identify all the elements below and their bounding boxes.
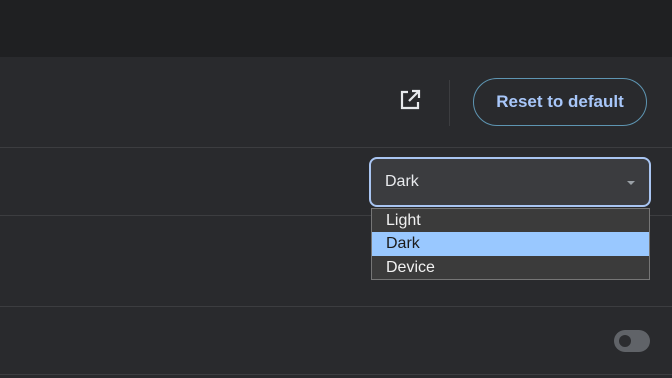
theme-option-dark[interactable]: Dark (372, 232, 649, 256)
reset-to-default-button[interactable]: Reset to default (473, 78, 647, 126)
vertical-separator (449, 80, 450, 126)
top-bar (0, 0, 672, 57)
toggle-knob (619, 335, 631, 347)
theme-option-device[interactable]: Device (372, 256, 649, 279)
theme-dropdown-list: Light Dark Device (371, 208, 650, 280)
theme-select-value: Dark (385, 173, 419, 190)
row-divider (0, 306, 672, 307)
open-in-new-icon (398, 88, 422, 117)
setting-toggle[interactable] (614, 330, 650, 352)
theme-option-light[interactable]: Light (372, 209, 649, 232)
theme-select[interactable]: Dark (369, 157, 651, 207)
row-divider (0, 147, 672, 148)
chevron-down-icon (627, 181, 635, 185)
open-in-new-button[interactable] (394, 86, 426, 118)
row-divider (0, 374, 672, 375)
reset-to-default-label: Reset to default (496, 92, 624, 111)
settings-page: Reset to default Dark Light Dark Device (0, 0, 672, 378)
